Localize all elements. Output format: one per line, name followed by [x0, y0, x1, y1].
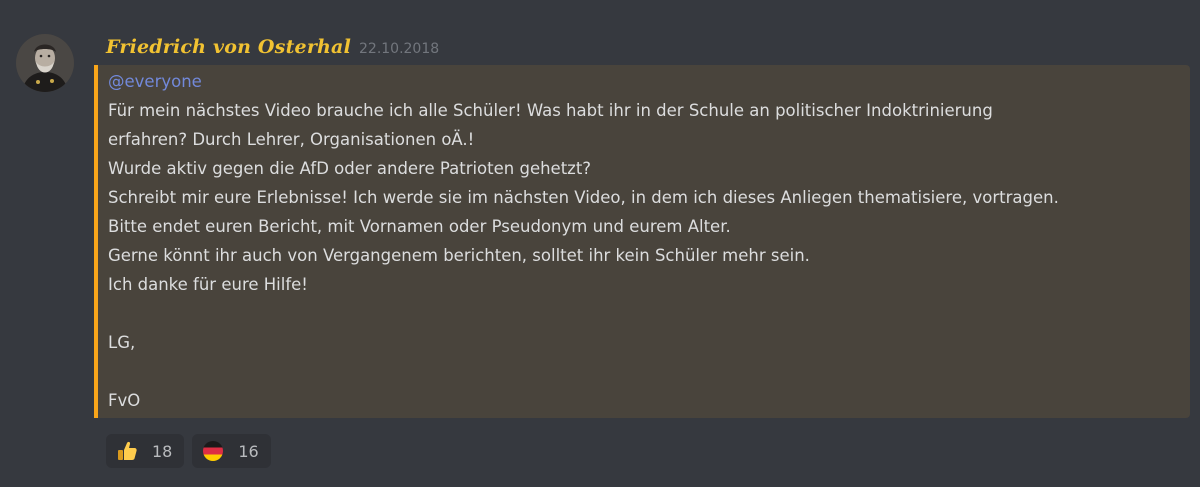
username[interactable]: Friedrich von Osterhal [106, 36, 351, 58]
message-line: Ich danke für eure Hilfe! [108, 275, 308, 294]
timestamp: 22.10.2018 [359, 41, 440, 57]
reaction-count: 16 [238, 441, 259, 461]
reaction-germany-flag[interactable]: 16 [192, 434, 271, 468]
reactions-bar: 18 16 [106, 434, 271, 468]
reaction-count: 18 [152, 441, 173, 461]
message-line [108, 299, 1188, 328]
message-line: Bitte endet euren Bericht, mit Vornamen … [108, 217, 731, 236]
message-line: FvO [108, 391, 141, 410]
message-header: Friedrich von Osterhal 22.10.2018 [106, 36, 439, 62]
message-line [108, 357, 1188, 386]
thumbs-up-icon [118, 441, 137, 460]
message-line: Gerne könnt ihr auch von Vergangenem ber… [108, 246, 810, 265]
message-line: Schreibt mir eure Erlebnisse! Ich werde … [108, 188, 1059, 207]
reaction-thumbs-up[interactable]: 18 [106, 434, 185, 468]
message-line: Für mein nächstes Video brauche ich alle… [108, 101, 993, 120]
message-line: LG, [108, 333, 136, 352]
avatar-portrait-icon [16, 34, 74, 92]
message-content: @everyone Für mein nächstes Video brauch… [108, 67, 1188, 415]
message-line: erfahren? Durch Lehrer, Organisationen o… [108, 130, 475, 149]
message-line: Wurde aktiv gegen die AfD oder andere Pa… [108, 159, 592, 178]
chat-message: Friedrich von Osterhal 22.10.2018 @every… [0, 0, 1200, 487]
mention-bar [94, 65, 98, 418]
avatar[interactable] [16, 34, 74, 92]
germany-flag-icon [203, 441, 224, 461]
everyone-mention[interactable]: @everyone [108, 72, 202, 91]
